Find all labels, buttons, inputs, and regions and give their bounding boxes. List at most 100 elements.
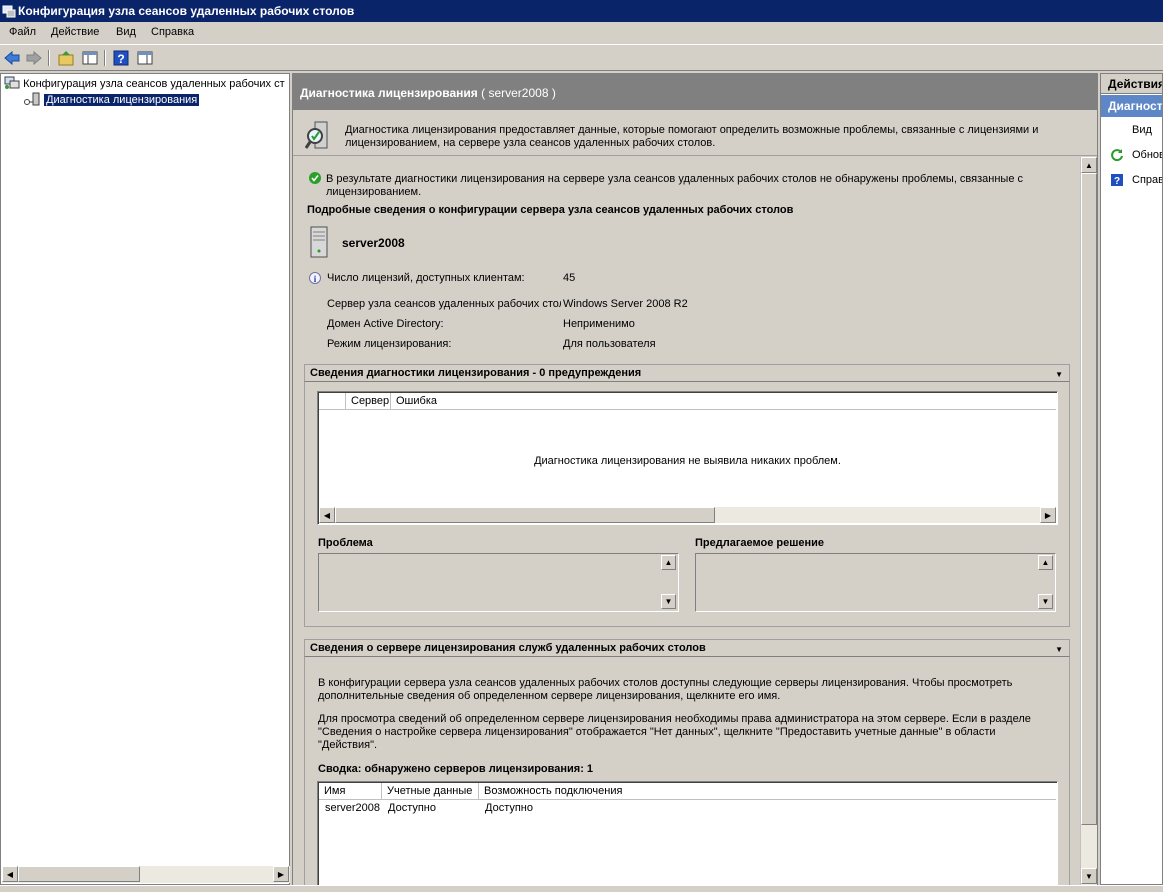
license-servers-group-header[interactable]: Сведения о сервере лицензирования служб … bbox=[304, 639, 1070, 657]
action-refresh[interactable]: Обнов bbox=[1132, 149, 1162, 161]
tree-child-label: Диагностика лицензирования bbox=[44, 94, 200, 106]
help-button[interactable]: ? bbox=[112, 49, 130, 67]
scroll-down-button[interactable]: ▼ bbox=[1081, 868, 1097, 884]
back-button[interactable] bbox=[3, 49, 21, 67]
scroll-up-button[interactable]: ▲ bbox=[661, 555, 676, 570]
menu-view[interactable]: Вид bbox=[116, 26, 136, 38]
scroll-right-button[interactable]: ▶ bbox=[1040, 507, 1056, 523]
menu-bar: Файл Действие Вид Справка bbox=[0, 22, 1163, 44]
domain-value: Неприменимо bbox=[563, 318, 635, 330]
domain-label: Домен Active Directory: bbox=[327, 318, 444, 330]
row-connectivity: Доступно bbox=[485, 802, 534, 814]
column-header-error[interactable]: Ошибка bbox=[391, 393, 1056, 410]
refresh-icon bbox=[1111, 149, 1123, 162]
details-heading: Подробные сведения о конфигурации сервер… bbox=[307, 204, 794, 216]
scroll-up-button[interactable]: ▲ bbox=[1081, 157, 1097, 173]
menu-help[interactable]: Справка bbox=[151, 26, 194, 38]
solution-label: Предлагаемое решение bbox=[695, 537, 825, 549]
scroll-thumb[interactable] bbox=[18, 866, 140, 882]
column-header-credentials[interactable]: Учетные данные bbox=[382, 783, 479, 800]
mode-label: Режим лицензирования: bbox=[327, 338, 452, 350]
license-servers-group-title: Сведения о сервере лицензирования служб … bbox=[310, 642, 706, 654]
actions-section-licensing[interactable]: Диагност bbox=[1101, 95, 1162, 117]
content-vertical-scrollbar[interactable]: ▲ ▼ bbox=[1080, 157, 1097, 885]
folder-up-icon bbox=[58, 51, 74, 66]
info-icon: i bbox=[309, 272, 321, 284]
toolbar: ? bbox=[0, 44, 1163, 71]
diagnostics-group-body: Сервер Ошибка Диагностика лицензирования… bbox=[304, 382, 1070, 627]
diagnostics-hscrollbar[interactable]: ◀ ▶ bbox=[319, 507, 1056, 523]
scroll-thumb[interactable] bbox=[1081, 173, 1097, 825]
rd-session-host-icon bbox=[4, 76, 20, 89]
tree-root-label: Конфигурация узла сеансов удаленных рабо… bbox=[23, 78, 285, 90]
scroll-left-button[interactable]: ◀ bbox=[319, 507, 335, 523]
status-bar bbox=[0, 885, 1163, 892]
tree-item-licensing-diagnosis[interactable]: Диагностика лицензирования bbox=[23, 92, 200, 108]
row-name[interactable]: server2008 bbox=[325, 802, 380, 814]
toolbar-separator bbox=[48, 50, 50, 66]
result-pane-header: Диагностика лицензирования ( server2008 … bbox=[293, 74, 1097, 110]
help-icon: ? bbox=[1111, 174, 1123, 187]
scroll-right-button[interactable]: ▶ bbox=[273, 866, 289, 882]
problem-textbox[interactable]: ▲ ▼ bbox=[318, 553, 679, 612]
licenses-value: 45 bbox=[563, 272, 576, 284]
help-icon: ? bbox=[113, 50, 129, 66]
console-tree-icon bbox=[82, 51, 98, 65]
page-title: Диагностика лицензирования bbox=[300, 86, 478, 100]
svg-text:?: ? bbox=[117, 52, 124, 66]
server-name-header: ( server2008 ) bbox=[481, 86, 556, 100]
column-header-blank[interactable] bbox=[319, 393, 346, 410]
title-bar: Конфигурация узла сеансов удаленных рабо… bbox=[0, 0, 1163, 22]
license-servers-para1: В конфигурации сервера узла сеансов удал… bbox=[318, 677, 1013, 702]
tree-item-root[interactable]: Конфигурация узла сеансов удаленных рабо… bbox=[4, 76, 285, 92]
show-hide-action-pane-button[interactable] bbox=[136, 49, 154, 67]
up-folder-button[interactable] bbox=[57, 49, 75, 67]
forward-button[interactable] bbox=[25, 49, 43, 67]
problem-label: Проблема bbox=[318, 537, 373, 549]
column-header-server[interactable]: Сервер bbox=[346, 393, 391, 410]
window-title: Конфигурация узла сеансов удаленных рабо… bbox=[18, 4, 355, 18]
diagnosis-tool-icon bbox=[305, 121, 328, 149]
action-help[interactable]: Справ bbox=[1132, 174, 1162, 186]
menu-action[interactable]: Действие bbox=[51, 26, 99, 38]
show-hide-tree-button[interactable] bbox=[81, 49, 99, 67]
table-row[interactable]: server2008 Доступно Доступно bbox=[318, 801, 1057, 817]
license-servers-group-body: В конфигурации сервера узла сеансов удал… bbox=[304, 657, 1070, 885]
console-tree: Конфигурация узла сеансов удаленных рабо… bbox=[0, 73, 290, 885]
collapse-icon[interactable]: ▼ bbox=[1055, 642, 1063, 658]
license-servers-list[interactable]: Имя Учетные данные Возможность подключен… bbox=[317, 781, 1058, 885]
license-servers-para2: Для просмотра сведений об определенном с… bbox=[318, 713, 1031, 751]
tree-horizontal-scrollbar[interactable]: ◀ ▶ bbox=[2, 866, 290, 883]
toolbar-separator bbox=[104, 50, 106, 66]
action-view[interactable]: Вид bbox=[1132, 124, 1152, 136]
description-text: Диагностика лицензирования предоставляет… bbox=[345, 124, 1039, 149]
licensing-diagnosis-icon bbox=[24, 92, 40, 106]
license-servers-summary: Сводка: обнаружено серверов лицензирован… bbox=[318, 763, 594, 775]
server-icon bbox=[310, 226, 328, 258]
svg-text:?: ? bbox=[1114, 176, 1120, 187]
row-credentials: Доступно bbox=[388, 802, 437, 814]
solution-textbox[interactable]: ▲ ▼ bbox=[695, 553, 1056, 612]
scroll-down-button[interactable]: ▼ bbox=[1038, 594, 1053, 609]
licenses-label: Число лицензий, доступных клиентам: bbox=[327, 272, 525, 284]
column-header-connectivity[interactable]: Возможность подключения bbox=[479, 783, 1056, 800]
scroll-down-button[interactable]: ▼ bbox=[661, 594, 676, 609]
column-header-name[interactable]: Имя bbox=[319, 783, 382, 800]
diagnostics-group-title: Сведения диагностики лицензирования - 0 … bbox=[310, 367, 642, 379]
scroll-up-button[interactable]: ▲ bbox=[1038, 555, 1053, 570]
actions-title: Действия bbox=[1101, 74, 1162, 94]
action-pane-icon bbox=[137, 51, 153, 65]
scroll-thumb[interactable] bbox=[335, 507, 715, 523]
menu-file[interactable]: Файл bbox=[9, 26, 36, 38]
diagnostics-list[interactable]: Сервер Ошибка Диагностика лицензирования… bbox=[317, 391, 1058, 525]
collapse-icon[interactable]: ▼ bbox=[1055, 367, 1063, 383]
content-area: В результате диагностики лицензирования … bbox=[293, 157, 1080, 885]
scroll-left-button[interactable]: ◀ bbox=[2, 866, 18, 882]
server-name: server2008 bbox=[342, 236, 405, 250]
host-value: Windows Server 2008 R2 bbox=[563, 298, 688, 310]
result-message: В результате диагностики лицензирования … bbox=[326, 173, 1024, 198]
success-check-icon bbox=[309, 172, 321, 184]
diagnostics-group-header[interactable]: Сведения диагностики лицензирования - 0 … bbox=[304, 364, 1070, 382]
host-label: Сервер узла сеансов удаленных рабочих ст… bbox=[327, 298, 561, 310]
diagnostics-empty-message: Диагностика лицензирования не выявила ни… bbox=[534, 455, 841, 467]
